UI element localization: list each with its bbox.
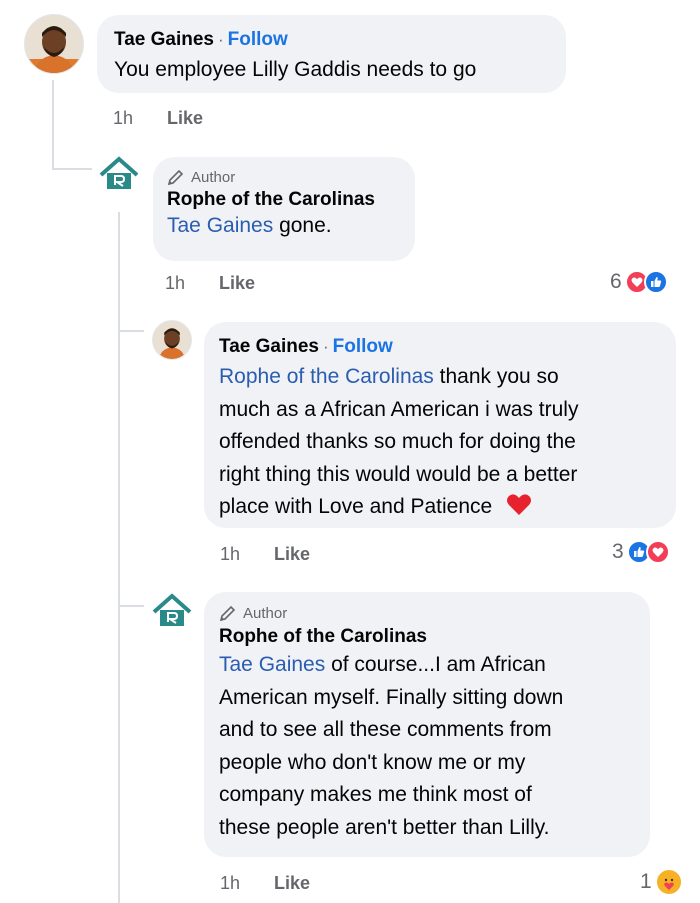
comment-text-line: American myself. Finally sitting down [219, 685, 564, 709]
thread-line [52, 80, 54, 170]
thread-line [118, 330, 144, 332]
comment-bubble: Author Rophe of the Carolinas Tae Gaines… [153, 157, 415, 261]
care-reaction-icon [654, 868, 683, 896]
mention-link[interactable]: Tae Gaines [219, 653, 325, 676]
comment-text-line: these people aren't better than Lilly. [219, 815, 550, 839]
pencil-icon [219, 605, 236, 622]
comment-text-line: offended thanks so much for doing the [219, 430, 576, 453]
avatar[interactable] [152, 320, 192, 360]
comment-text-line: people who don't know me or my [219, 750, 526, 774]
reaction-summary[interactable]: 6 [610, 270, 668, 294]
comment-text-line: of course...I am African [325, 653, 546, 676]
follow-button[interactable]: Follow [333, 336, 393, 357]
timestamp[interactable]: 1h [220, 873, 240, 894]
rophe-logo-icon [152, 593, 192, 626]
author-badge-label: Author [243, 604, 288, 622]
separator-dot: · [217, 30, 224, 49]
comment-text-line: company makes me think most of [219, 783, 532, 806]
reaction-count: 6 [610, 270, 622, 293]
comment-text-line: thank you so [433, 365, 559, 388]
comment-text: gone. [273, 214, 332, 237]
pencil-icon [167, 169, 184, 186]
comment-actions: 1h Like [220, 873, 310, 894]
page-logo-avatar[interactable] [150, 592, 194, 628]
love-reaction-icon [645, 540, 670, 564]
follow-button[interactable]: Follow [228, 29, 288, 50]
like-button[interactable]: Like [274, 873, 310, 894]
comment-text-line: and to see all these comments from [219, 718, 552, 741]
commenter-name[interactable]: Rophe of the Carolinas [167, 189, 415, 211]
thread-line [118, 212, 120, 903]
comment-text-line: much as a African American i was truly [219, 397, 579, 421]
comment-bubble: Tae Gaines · Follow Rophe of the Carolinas… [204, 322, 676, 528]
rophe-logo-icon [99, 156, 139, 189]
mention-link[interactable]: Rophe of the Carolinas [219, 365, 434, 388]
reaction-summary[interactable]: 1 [640, 868, 683, 896]
mention-link[interactable]: Tae Gaines [167, 214, 273, 237]
like-button[interactable]: Like [274, 544, 310, 565]
like-button[interactable]: Like [167, 108, 203, 129]
timestamp[interactable]: 1h [220, 544, 240, 565]
reaction-summary[interactable]: 3 [612, 540, 670, 564]
thread-line [52, 168, 92, 170]
separator-dot: · [322, 337, 329, 356]
reaction-count: 3 [612, 540, 624, 563]
like-button[interactable]: Like [219, 273, 255, 294]
commenter-name[interactable]: Tae Gaines [114, 29, 214, 50]
comment-text: You employee Lilly Gaddis needs to go [114, 58, 477, 81]
commenter-name[interactable]: Tae Gaines [219, 336, 319, 357]
comment-bubble: Tae Gaines · Follow You employee Lilly Gad… [97, 15, 566, 93]
avatar[interactable] [24, 14, 84, 74]
timestamp[interactable]: 1h [165, 273, 185, 294]
thread-line [118, 605, 144, 607]
comment-actions: 1h Like [165, 273, 255, 294]
author-badge: Author [219, 604, 650, 622]
page-logo-avatar[interactable] [97, 155, 141, 191]
timestamp[interactable]: 1h [113, 108, 133, 129]
author-badge-label: Author [191, 168, 236, 186]
comment-bubble: Author Rophe of the Carolinas Tae Gaines… [204, 592, 650, 857]
commenter-name[interactable]: Rophe of the Carolinas [219, 626, 650, 648]
heart-emoji-icon [507, 494, 532, 515]
like-reaction-icon [643, 270, 668, 294]
author-badge: Author [167, 168, 415, 186]
comment-actions: 1h Like [220, 544, 310, 565]
comment-text-line: place with Love and Patience [219, 495, 493, 518]
comment-text-line: right thing this would would be a better [219, 462, 578, 486]
comment-actions: 1h Like [113, 108, 203, 129]
reaction-count: 1 [640, 870, 652, 893]
